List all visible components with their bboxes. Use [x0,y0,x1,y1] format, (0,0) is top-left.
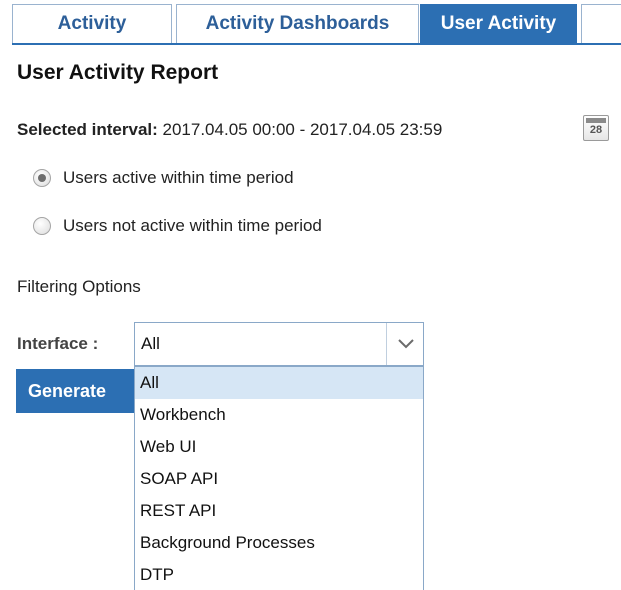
radio-button-checked[interactable] [33,169,51,187]
dropdown-option-soap-api[interactable]: SOAP API [135,463,423,495]
filtering-options-heading: Filtering Options [17,277,141,296]
page-title: User Activity Report [17,61,219,84]
selected-interval: Selected interval: 2017.04.05 00:00 - 20… [17,120,442,140]
dropdown-option-workbench[interactable]: Workbench [135,399,423,431]
dropdown-option-background-processes[interactable]: Background Processes [135,527,423,559]
tab-activity-dashboards[interactable]: Activity Dashboards [176,4,419,43]
dropdown-option-web-ui[interactable]: Web UI [135,431,423,463]
radio-users-not-active-label: Users not active within time period [63,216,322,235]
combobox-toggle[interactable] [388,323,423,365]
interval-value: 2017.04.05 00:00 - 2017.04.05 23:59 [162,120,443,139]
generate-button[interactable]: Generate [16,369,136,413]
radio-users-active-label: Users active within time period [63,168,294,187]
interval-label: Selected interval: [17,120,158,139]
calendar-icon[interactable]: 28 [583,115,609,141]
interface-label: Interface : [17,334,99,353]
interface-combobox[interactable] [134,322,424,366]
tab-bar: Activity Activity Dashboards User Activi… [12,4,621,45]
chevron-down-icon [397,339,414,349]
dropdown-option-dtp[interactable]: DTP [135,559,423,590]
dropdown-option-rest-api[interactable]: REST API [135,495,423,527]
tab-more[interactable] [581,4,621,43]
interface-input[interactable] [135,323,387,365]
tab-underline [12,43,621,45]
tab-activity[interactable]: Activity [12,4,172,43]
calendar-icon-header [586,118,606,123]
radio-users-not-active[interactable]: Users not active within time period [33,215,322,237]
radio-button-unchecked[interactable] [33,217,51,235]
tab-user-activity[interactable]: User Activity [420,4,577,43]
radio-users-active[interactable]: Users active within time period [33,167,294,189]
calendar-icon-day: 28 [589,124,603,136]
dropdown-option-all[interactable]: All [135,367,423,399]
interface-dropdown-list: All Workbench Web UI SOAP API REST API B… [134,366,424,590]
